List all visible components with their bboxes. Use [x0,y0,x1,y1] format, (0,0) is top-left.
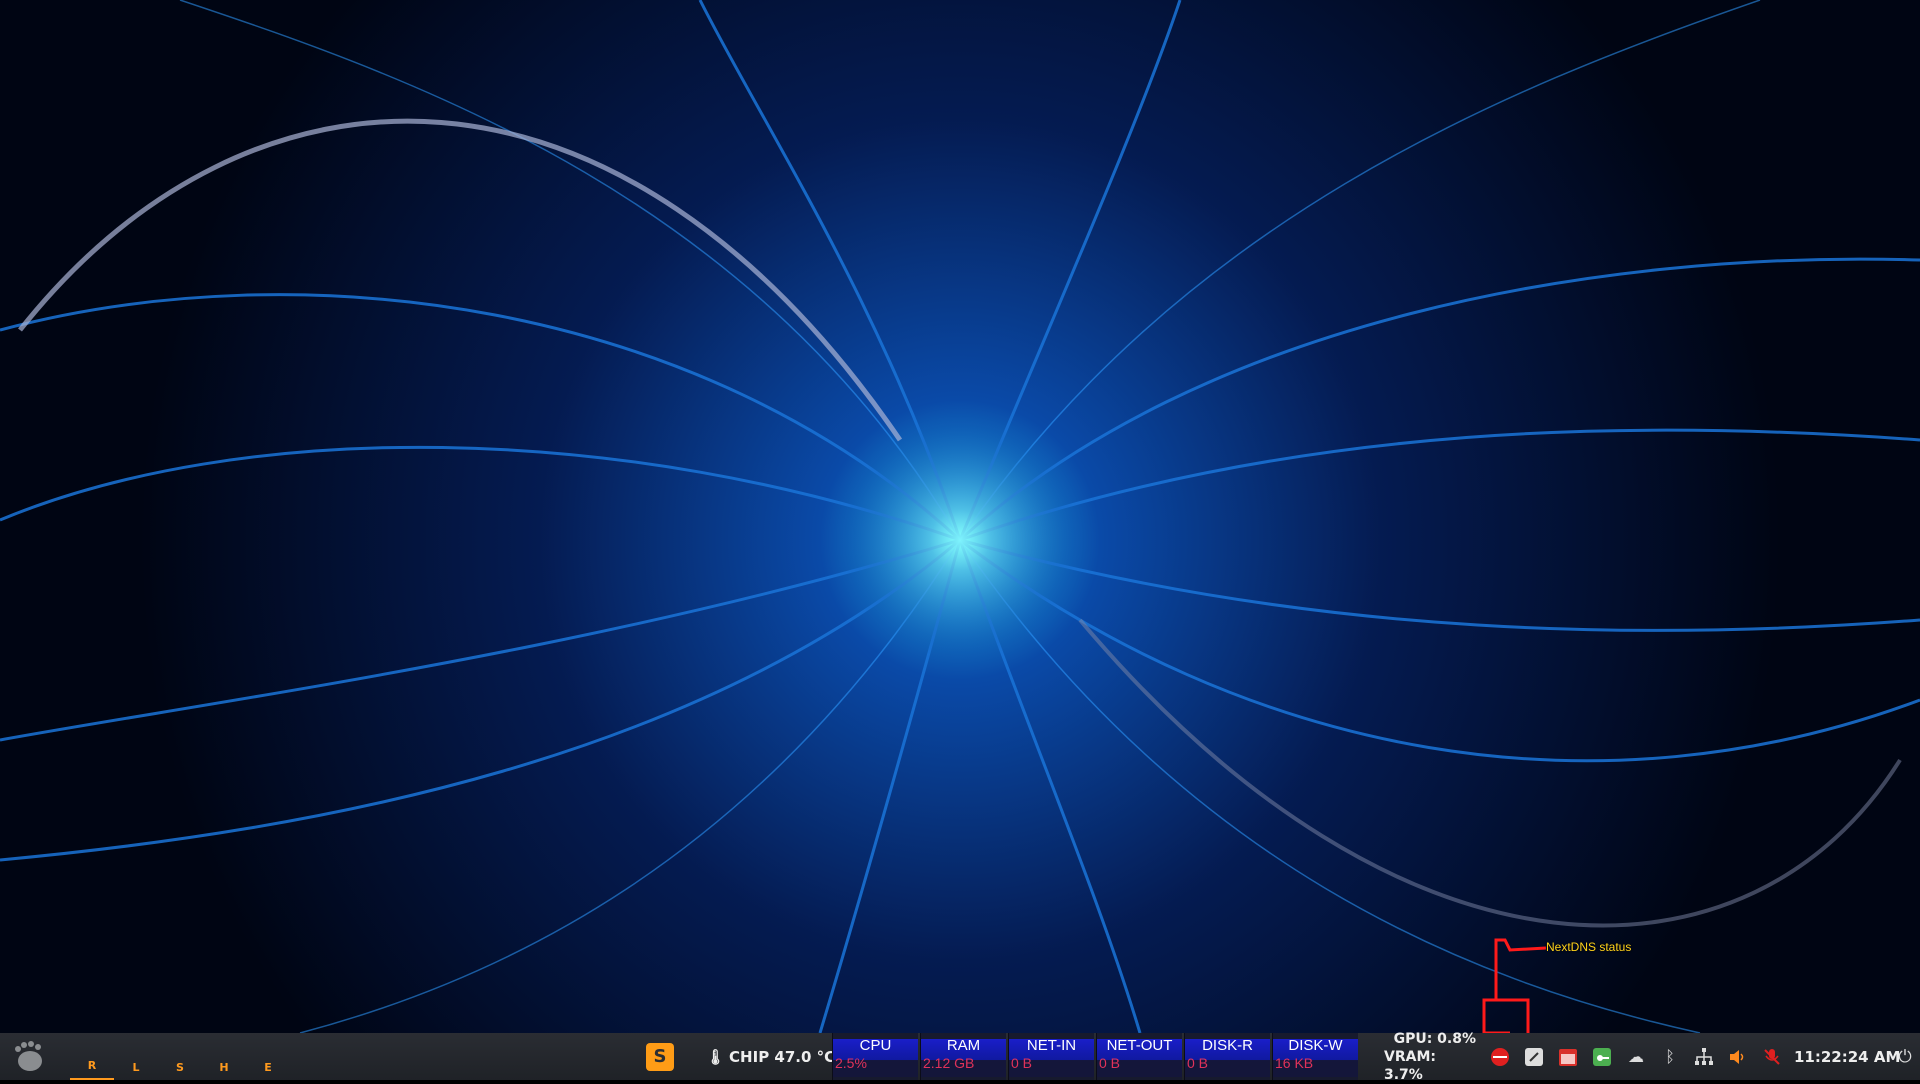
fractal-wallpaper [0,0,1920,1033]
net-in-meter[interactable]: NET-IN 0 B [1008,1033,1094,1080]
nextdns-status-icon[interactable] [1488,1045,1512,1069]
disk-read-meter[interactable]: DISK-R 0 B [1184,1033,1270,1080]
keepassxc-icon[interactable] [1590,1045,1614,1069]
power-icon[interactable]: ⏻ [1894,1033,1916,1080]
disk-write-meter-label: DISK-W [1288,1037,1343,1054]
ram-meter-label: RAM [946,1037,981,1054]
chip-temperature[interactable]: 🌡 CHIP 47.0 °C [706,1033,835,1080]
app-launcher-button[interactable] [6,1033,50,1080]
disk-write-meter-value: 16 KB [1275,1055,1314,1071]
sublime-text-taskbar-button[interactable]: S [640,1033,680,1080]
desktop-wallpaper: NextDNS status [0,0,1920,1033]
net-in-meter-value: 0 B [1011,1055,1033,1071]
workspace-h[interactable]: H [202,1033,246,1080]
cpu-meter-label: CPU [859,1037,892,1054]
sublime-text-icon: S [646,1042,674,1071]
notes-icon[interactable] [1522,1045,1546,1069]
microphone-muted-icon[interactable] [1760,1045,1784,1069]
workspace-l[interactable]: L [114,1033,158,1080]
calendar-icon[interactable] [1556,1045,1580,1069]
disk-read-meter-label: DISK-R [1202,1037,1253,1054]
cpu-meter-value: 2.5% [835,1055,867,1071]
thermometer-icon: 🌡 [706,1047,726,1066]
net-in-meter-label: NET-IN [1026,1037,1077,1054]
net-out-meter-value: 0 B [1099,1055,1121,1071]
gnome-foot-icon [15,1040,42,1071]
ram-meter-value: 2.12 GB [923,1055,975,1071]
bluetooth-icon[interactable]: ᛒ [1658,1045,1682,1069]
cpu-meter[interactable]: CPU 2.5% [832,1033,918,1080]
workspace-e[interactable]: E [246,1033,290,1080]
volume-icon[interactable] [1726,1045,1750,1069]
net-out-meter-label: NET-OUT [1106,1037,1173,1054]
network-icon[interactable] [1692,1045,1716,1069]
cloud-sync-icon[interactable]: ☁ [1624,1045,1648,1069]
taskbar: R L S H E S 🌡 CHIP 47.0 °C CPU 2.5% RAM … [0,1030,1920,1083]
workspace-switcher: R L S H E [70,1033,290,1080]
gpu-usage: GPU: 0.8% [1393,1030,1476,1047]
ram-meter[interactable]: RAM 2.12 GB [920,1033,1006,1080]
disk-read-meter-value: 0 B [1187,1055,1209,1071]
workspace-r[interactable]: R [70,1033,114,1080]
nextdns-status-label: NextDNS status [1546,940,1632,954]
net-out-meter[interactable]: NET-OUT 0 B [1096,1033,1182,1080]
workspace-s[interactable]: S [158,1033,202,1080]
clock[interactable]: 11:22:24 AM [1794,1033,1900,1080]
system-tray: ☁ ᛒ [1488,1033,1784,1080]
gpu-monitor[interactable]: GPU: 0.8% VRAM: 3.7% [1384,1030,1476,1083]
disk-write-meter[interactable]: DISK-W 16 KB [1272,1033,1358,1080]
vram-usage: VRAM: 3.7% [1384,1048,1436,1083]
